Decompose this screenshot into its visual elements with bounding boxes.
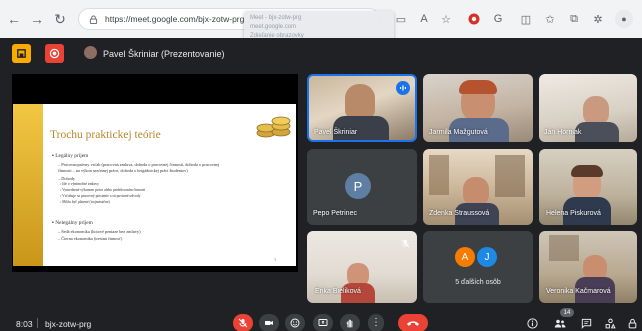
hang-up-icon xyxy=(407,321,419,326)
activities-button[interactable] xyxy=(602,315,618,331)
background-shelf xyxy=(429,155,449,195)
participant-name: Pavel Škriniar xyxy=(314,129,358,136)
background-shelf xyxy=(549,235,579,261)
speaking-indicator-icon xyxy=(396,81,410,95)
participant-name: Ján Horniak xyxy=(544,129,582,136)
raise-hand-button[interactable] xyxy=(340,314,360,331)
screen-share-icon[interactable]: ▭ xyxy=(393,11,409,27)
hand-icon xyxy=(346,319,353,328)
slide-line: – Dohody xyxy=(58,176,76,181)
reload-icon[interactable]: ↻ xyxy=(50,9,70,29)
recording-extension-icon[interactable] xyxy=(466,11,482,27)
other-avatar: A xyxy=(455,247,475,267)
lock-person-icon xyxy=(628,318,636,328)
back-icon[interactable]: ← xyxy=(4,9,24,29)
presentation-layout-button[interactable] xyxy=(12,44,31,63)
slide-line: – Šedá ekonomika (hotové peniaze bez zml… xyxy=(58,229,141,234)
emoji-icon xyxy=(290,318,300,328)
split-view-icon[interactable]: ◫ xyxy=(518,11,534,27)
meeting-code: bjx-zotw-prg xyxy=(45,319,92,329)
chat-button[interactable] xyxy=(578,315,594,331)
site-info-icon[interactable] xyxy=(87,13,99,25)
others-tile[interactable]: A J 5 ďalších osôb xyxy=(423,231,533,303)
participant-hair xyxy=(459,80,497,94)
more-options-button[interactable]: ⋮ xyxy=(368,314,384,331)
meeting-details-button[interactable] xyxy=(524,315,540,331)
forward-icon[interactable]: → xyxy=(27,9,47,29)
slide-line: ▫ Ide o výnimočné zmluvy xyxy=(60,182,99,186)
stop-presenting-button[interactable] xyxy=(45,44,64,63)
participant-face xyxy=(345,84,375,120)
emoji-button[interactable] xyxy=(285,314,305,331)
slide-line: ▫ Môžu byť platené (trojmesačne) xyxy=(60,200,110,204)
extension-g-icon[interactable]: G xyxy=(490,11,506,27)
slide-title: Trochu praktickej teórie xyxy=(50,129,161,141)
mic-off-icon xyxy=(399,237,411,249)
slide-line: ▫ Vymedzené výkonom práce alebo pridelov… xyxy=(60,188,146,192)
slide-line: ▪ Nelegálny príjem xyxy=(52,220,93,226)
slide-page-number: 3 xyxy=(274,257,276,262)
mic-button[interactable] xyxy=(233,314,253,331)
favorite-star-icon[interactable]: ☆ xyxy=(438,11,454,27)
participant-hair xyxy=(571,165,603,177)
meeting-time: 8:03 xyxy=(16,319,33,329)
people-icon xyxy=(554,319,566,327)
slide-line: – Čierna ekonomika (trestná činnosť) xyxy=(58,236,123,241)
participant-body xyxy=(575,122,619,142)
mic-off-icon xyxy=(238,318,248,328)
others-label: 5 ďalších osôb xyxy=(455,279,501,286)
screen: ← → ↻ https://meet.google.com/bjx-zotw-p… xyxy=(0,0,642,331)
leave-call-button[interactable] xyxy=(398,314,428,331)
people-button[interactable] xyxy=(552,315,568,331)
more-vert-icon: ⋮ xyxy=(371,317,381,328)
extensions-icon[interactable]: ✲ xyxy=(590,11,606,27)
url-text: https://meet.google.com/bjx-zotw-prg xyxy=(105,14,245,24)
activities-icon xyxy=(605,318,616,328)
camera-button[interactable] xyxy=(259,314,279,331)
host-controls-button[interactable] xyxy=(624,315,640,331)
profile-avatar[interactable]: ● xyxy=(615,10,633,28)
slide-gold-bar xyxy=(13,104,43,266)
background-shelf xyxy=(495,155,525,197)
favorites-icon[interactable]: ✩ xyxy=(542,11,558,27)
other-avatar: J xyxy=(477,247,497,267)
coins-icon xyxy=(256,116,291,138)
slide-line: činnosti – na výkon sezónnej práce, doho… xyxy=(58,168,188,173)
presenter-label: Pavel Škriniar (Prezentovanie) xyxy=(103,49,225,59)
tab-preview-title: Meet - bjx-zotw-prg xyxy=(250,15,302,21)
present-screen-icon xyxy=(318,319,328,326)
slide-line: ▪ Legálny príjem xyxy=(52,153,89,159)
participant-name: Helena Piskurová xyxy=(546,210,601,217)
participant-name: Zdenka Straussová xyxy=(429,210,490,217)
presenter-avatar xyxy=(84,46,97,59)
read-aloud-icon[interactable]: A xyxy=(416,11,432,27)
divider xyxy=(37,318,38,328)
participant-name: Jarmila Mažgutová xyxy=(429,129,488,136)
participant-name: Erika Bieliková xyxy=(315,288,361,295)
camera-icon xyxy=(265,321,273,325)
slide-line: ▫ Vzťahuje sa pracovný poistenie a sú po… xyxy=(60,194,141,198)
participant-avatar: P xyxy=(345,173,371,199)
present-now-button[interactable] xyxy=(313,314,333,331)
info-icon xyxy=(526,317,538,329)
collections-icon[interactable]: ⧉ xyxy=(566,11,582,27)
participant-name: Pepo Petrinec xyxy=(313,210,357,217)
chat-icon xyxy=(581,318,591,329)
slide-line: – Pracovnoprávny vzťah (pracovná zmluva,… xyxy=(58,162,220,167)
participant-name: Veronika Kačmarová xyxy=(546,288,611,295)
tab-preview-url: meet.google.com xyxy=(250,24,297,30)
